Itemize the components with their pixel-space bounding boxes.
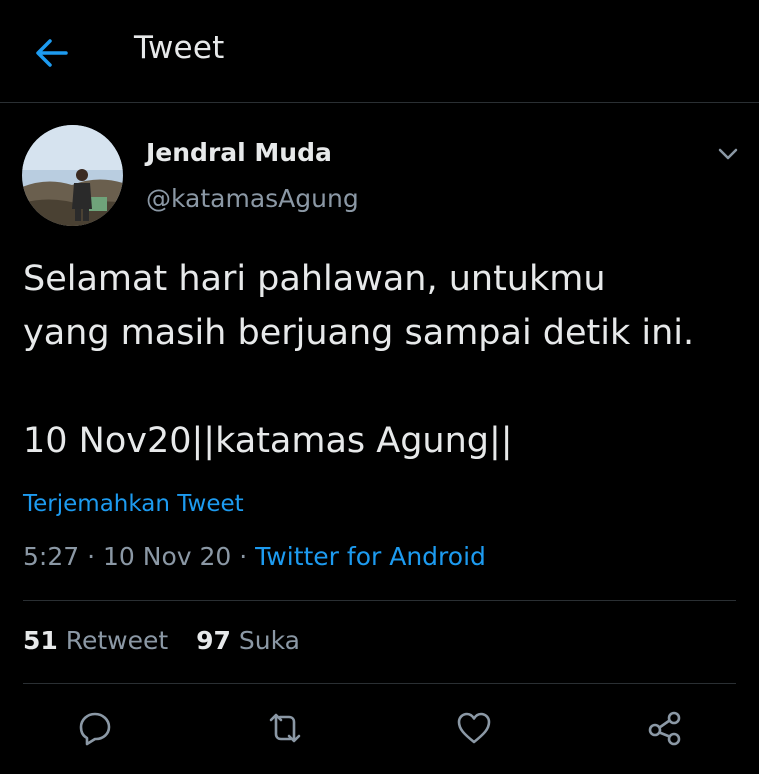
more-options-button[interactable] [712, 142, 744, 166]
avatar[interactable] [22, 125, 123, 226]
reply-icon [79, 712, 111, 746]
share-icon [648, 711, 681, 746]
like-count: 97 [196, 626, 231, 655]
share-button[interactable] [645, 708, 685, 748]
retweet-button[interactable] [265, 708, 305, 748]
meta-separator: · [239, 542, 248, 571]
back-button[interactable] [34, 36, 70, 70]
tweet-source-link[interactable]: Twitter for Android [255, 542, 486, 571]
tweet-text: Selamat hari pahlawan, untukmu yang masi… [23, 259, 695, 461]
translate-tweet-link[interactable]: Terjemahkan Tweet [23, 491, 244, 517]
divider [23, 600, 736, 601]
tweet-stats: 51 Retweet 97 Suka [23, 626, 320, 655]
reply-button[interactable] [75, 708, 115, 748]
author-handle[interactable]: @katamasAgung [146, 184, 359, 213]
top-bar: Tweet [0, 0, 759, 103]
meta-separator: · [87, 542, 96, 571]
tweet-meta: 5:27 · 10 Nov 20 · Twitter for Android [23, 542, 486, 571]
retweet-count: 51 [23, 626, 58, 655]
page-title: Tweet [134, 30, 225, 66]
retweet-stat[interactable]: 51 Retweet [23, 626, 176, 655]
like-button[interactable] [454, 708, 494, 748]
like-stat[interactable]: 97 Suka [196, 626, 300, 655]
arrow-left-icon [36, 39, 68, 67]
divider [23, 683, 736, 684]
like-icon [457, 712, 491, 744]
retweet-label: Retweet [65, 626, 169, 655]
tweet-time: 5:27 [23, 542, 80, 571]
retweet-icon [269, 713, 301, 743]
chevron-down-icon [718, 148, 738, 160]
author-display-name[interactable]: Jendral Muda [146, 138, 332, 167]
like-label: Suka [238, 626, 300, 655]
avatar-photo [22, 125, 123, 226]
tweet-date: 10 Nov 20 [103, 542, 232, 571]
